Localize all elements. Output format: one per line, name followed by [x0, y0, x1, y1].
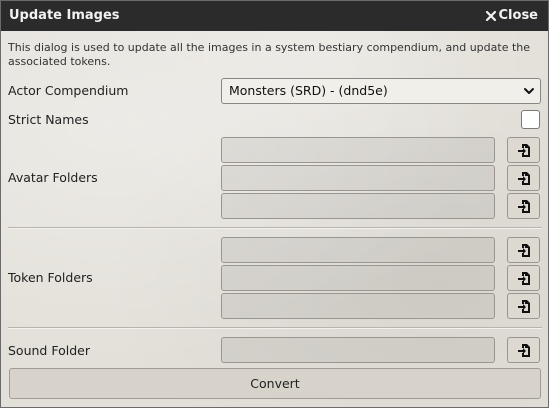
token-folder-picker-1[interactable]	[507, 237, 540, 263]
token-folder-input-1[interactable]	[221, 237, 495, 263]
avatar-folder-input-3[interactable]	[221, 193, 495, 219]
dialog-description: This dialog is used to update all the im…	[8, 41, 531, 68]
sound-folder-picker[interactable]	[507, 337, 540, 363]
section-divider	[8, 227, 542, 229]
avatar-folder-picker-2[interactable]	[507, 165, 540, 191]
actor-compendium-value: Monsters (SRD) - (dnd5e)	[229, 83, 388, 98]
update-images-dialog: Update Images Close This dialog is used …	[0, 0, 549, 408]
avatar-folder-picker-3[interactable]	[507, 193, 540, 219]
avatar-folder-input-1[interactable]	[221, 137, 495, 163]
token-folders-label: Token Folders	[8, 270, 93, 285]
sound-folder-input[interactable]	[221, 337, 495, 363]
actor-compendium-select[interactable]: Monsters (SRD) - (dnd5e)	[221, 78, 541, 104]
close-label: Close	[498, 8, 538, 23]
file-import-icon	[517, 199, 530, 213]
dialog-title: Update Images	[9, 8, 120, 23]
section-divider	[8, 327, 542, 329]
x-icon	[485, 10, 496, 21]
file-import-icon	[517, 171, 530, 185]
strict-names-checkbox[interactable]	[521, 110, 540, 129]
actor-compendium-label: Actor Compendium	[8, 83, 129, 98]
file-import-icon	[517, 343, 530, 357]
token-folder-picker-2[interactable]	[507, 265, 540, 291]
avatar-folder-input-2[interactable]	[221, 165, 495, 191]
avatar-folders-label: Avatar Folders	[8, 170, 98, 185]
close-button[interactable]: Close	[485, 8, 538, 23]
convert-button[interactable]: Convert	[9, 368, 541, 399]
file-import-icon	[517, 143, 530, 157]
chevron-down-icon	[524, 88, 534, 94]
token-folder-input-3[interactable]	[221, 293, 495, 319]
file-import-icon	[517, 271, 530, 285]
title-bar: Update Images Close	[1, 1, 548, 31]
sound-folder-label: Sound Folder	[8, 343, 90, 358]
token-folder-input-2[interactable]	[221, 265, 495, 291]
file-import-icon	[517, 243, 530, 257]
strict-names-label: Strict Names	[8, 112, 89, 127]
avatar-folder-picker-1[interactable]	[507, 137, 540, 163]
file-import-icon	[517, 299, 530, 313]
token-folder-picker-3[interactable]	[507, 293, 540, 319]
